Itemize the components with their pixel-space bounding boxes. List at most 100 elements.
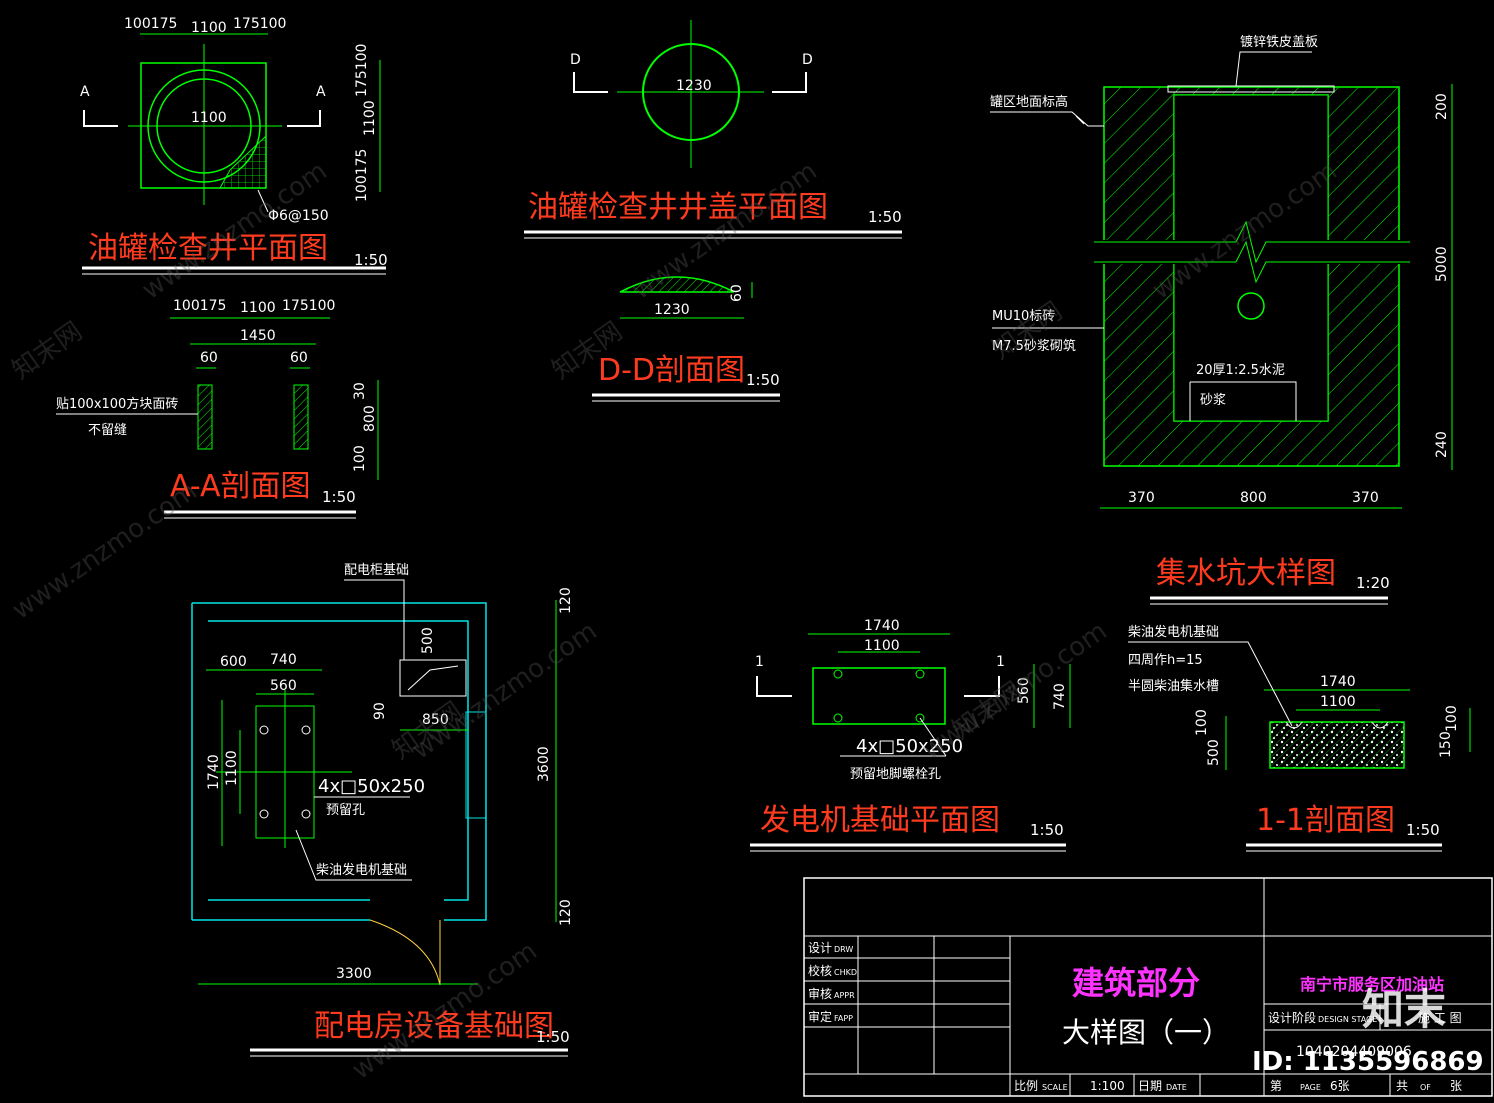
sump-title: 集水坑大样图 [1156, 556, 1336, 591]
sec11-note-1: 柴油发电机基础 [1128, 624, 1219, 640]
sec-d-right-label: D [802, 52, 813, 68]
sec-1-left-label: 1 [755, 654, 764, 670]
tb-row1-en: DRW [834, 945, 853, 954]
sump-bottom-1: 370 [1128, 490, 1155, 506]
room-d1100: 1100 [224, 750, 240, 786]
aa-right-2: 800 [362, 405, 378, 432]
sec-d-left-label: D [570, 52, 581, 68]
tb-stage-label: 设计阶段 [1268, 1010, 1316, 1025]
dim-right-1: 175100 [354, 44, 370, 97]
dim-right-2: 1100 [362, 100, 378, 136]
section-mark-right [287, 110, 321, 127]
dd-scale: 1:50 [746, 371, 780, 389]
tb-page-label: 第 [1270, 1079, 1282, 1093]
drawing-canvas: 100175 1100 175100 1100 175100 1100 1001… [7, 16, 1493, 1097]
sec11-r1: 150 [1438, 731, 1454, 758]
dd-width: 1230 [654, 302, 690, 318]
room-d1740: 1740 [206, 754, 222, 790]
cabinet-mark [407, 665, 459, 691]
sump-scale: 1:20 [1356, 574, 1390, 592]
room-gen-label: 柴油发电机基础 [316, 862, 407, 878]
cabinet-leader [344, 579, 405, 660]
tb-row2-cn: 校核 [808, 963, 832, 978]
sump-right-1: 200 [1434, 93, 1450, 120]
room-holes-note: 预留孔 [326, 803, 365, 818]
sump-bottom-2: 800 [1240, 490, 1267, 506]
gp-hole-2 [915, 669, 925, 679]
gp-holes-note: 预留地脚螺栓孔 [850, 766, 941, 782]
sec-mark-a-right: A [316, 84, 326, 100]
gen-base [812, 667, 946, 725]
gp-hole-3 [833, 713, 843, 723]
mortar-label-2: 砂浆 [1200, 393, 1226, 408]
sec11-r2: 100 [1444, 705, 1460, 732]
room-holes: 4x□50x250 [318, 776, 425, 797]
sec-1-right-label: 1 [996, 654, 1005, 670]
room-d3600: 3600 [536, 746, 552, 782]
well-plan-scale: 1:50 [354, 251, 388, 269]
tb-row3-cn: 审核 [808, 986, 832, 1001]
watermark-brand-3: 知末网 [987, 296, 1068, 365]
hole-1 [259, 725, 269, 735]
dim-right-3: 100175 [354, 149, 370, 202]
logo-watermark: 知末 [1362, 985, 1446, 1034]
aa-note-2: 不留缝 [88, 423, 127, 438]
rebar-mesh [219, 134, 267, 189]
tb-project: 建筑部分 [1072, 964, 1200, 1002]
aa-wall-2: 60 [290, 350, 308, 366]
cover-plan-scale: 1:50 [868, 208, 902, 226]
tb-drawing-name: 大样图（一） [1062, 1016, 1230, 1049]
tb-row4-cn: 审定 [808, 1009, 832, 1024]
cover-leader [1235, 51, 1312, 87]
aa-wall-left [197, 384, 213, 450]
sec11-l1: 100 [1194, 709, 1210, 736]
room-d600: 600 [220, 654, 247, 670]
tb-scale-label-en: SCALE [1042, 1083, 1068, 1092]
tb-row2-en: CHKD [834, 968, 857, 977]
sump-bottom-3: 370 [1352, 490, 1379, 506]
aa-top-1: 100175 [173, 298, 226, 314]
ground-label: 罐区地面标高 [990, 94, 1068, 110]
tb-page-en: PAGE [1300, 1083, 1321, 1092]
dim-top-mid: 1100 [191, 20, 227, 36]
door-swing [369, 919, 441, 986]
gp-d1740: 1740 [864, 618, 900, 634]
cabinet-base [399, 659, 467, 697]
sec11-note-3: 半圆柴油集水槽 [1128, 678, 1219, 694]
aa-wall-right [293, 384, 309, 450]
sump-right-2: 5000 [1434, 246, 1450, 282]
tb-scale-label: 比例 [1014, 1079, 1038, 1093]
cover-dia: 1230 [676, 78, 712, 94]
aa-right-3: 100 [352, 445, 368, 472]
watermark-site-5: www.znzmo.com [407, 616, 603, 766]
gp-scale: 1:50 [1030, 821, 1064, 839]
tb-page: 6张 [1330, 1079, 1350, 1093]
aa-right-1: 30 [352, 382, 368, 400]
room-d90: 90 [372, 702, 388, 720]
sec11-scale: 1:50 [1406, 821, 1440, 839]
sec11-hatch [1270, 722, 1404, 768]
watermark-brand-1: 知末网 [7, 316, 88, 385]
sec11-view: 1740 1100 100 500 150 100 柴油发电机基础 四周作h=1… [1128, 624, 1471, 852]
gp-title: 发电机基础平面图 [760, 803, 1000, 838]
tb-row3-en: APPR [834, 991, 855, 1000]
tb-date-label-en: DATE [1166, 1083, 1187, 1092]
dim-top-right: 175100 [233, 16, 286, 32]
sec11-d1740: 1740 [1320, 674, 1356, 690]
tb-of: 张 [1450, 1079, 1462, 1093]
hole-3 [259, 809, 269, 819]
tb-row4-en: FAPP [834, 1014, 853, 1023]
room-d120a: 120 [558, 587, 574, 614]
sec11-l2: 500 [1206, 739, 1222, 766]
aa-note-1: 贴100x100方块面砖 [56, 396, 178, 412]
sec-d-left [573, 72, 608, 93]
aa-top-2: 1100 [240, 300, 276, 316]
cover-plan-view: 1230 D D 油罐检查井井盖平面图 1:50 [524, 20, 902, 239]
gp-d740: 740 [1052, 683, 1068, 710]
gp-hole-1 [833, 669, 843, 679]
aa-wall-1: 60 [200, 350, 218, 366]
dim-top-left: 100175 [124, 16, 177, 32]
sec11-note-2: 四周作h=15 [1128, 653, 1203, 668]
aa-scale: 1:50 [322, 488, 356, 506]
watermark-site-4: www.znzmo.com [7, 476, 203, 626]
